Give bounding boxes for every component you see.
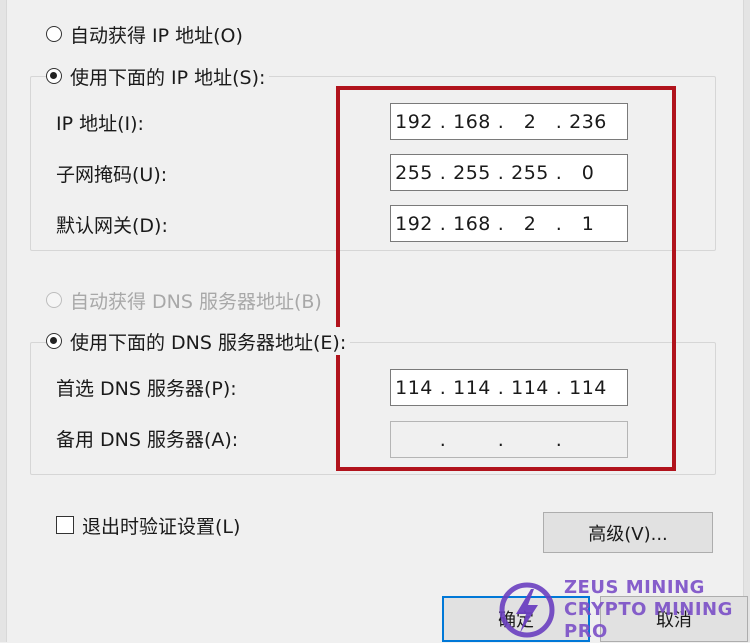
gateway-segment-4: 1 (581, 212, 595, 235)
ip-dot: . (555, 161, 563, 184)
ok-button[interactable]: 确定 (442, 596, 590, 642)
ip-dot: . (555, 212, 563, 235)
default-gateway-label: 默认网关(D): (56, 215, 168, 237)
subnet-mask-input[interactable]: 255. 255. 255. 0 (390, 154, 628, 191)
ip-dot: . (439, 110, 447, 133)
manual-dns-radio-circle[interactable] (46, 333, 62, 349)
window-left-edge (0, 0, 7, 642)
mask-segment-1: 255 (395, 161, 433, 184)
manual-dns-radio-label: 使用下面的 DNS 服务器地址(E): (70, 331, 347, 354)
ip-address-label: IP 地址(I): (56, 113, 144, 135)
mask-segment-4: 0 (581, 161, 595, 184)
ip-dot: . (497, 110, 505, 133)
gateway-segment-1: 192 (395, 212, 433, 235)
ip-address-input[interactable]: 192. 168. 2. 236 (390, 103, 628, 140)
dns1-segment-4: 114 (569, 376, 607, 399)
auto-ip-radio-label: 自动获得 IP 地址(O) (70, 24, 243, 47)
preferred-dns-input[interactable]: 114. 114. 114. 114 (390, 369, 628, 406)
ip-dot: . (555, 428, 563, 451)
manual-ip-radio-circle[interactable] (46, 68, 62, 84)
window-right-edge (743, 0, 750, 642)
ip-dot: . (497, 428, 505, 451)
ip-dot: . (497, 212, 505, 235)
ip-segment-2: 168 (453, 110, 491, 133)
validate-checkbox-box[interactable] (56, 516, 74, 534)
ip-dot: . (555, 110, 563, 133)
manual-ip-radio[interactable]: 使用下面的 IP 地址(S): (46, 62, 270, 90)
preferred-dns-label: 首选 DNS 服务器(P): (56, 378, 237, 400)
dns1-segment-3: 114 (511, 376, 549, 399)
ip-segment-3: 2 (523, 110, 537, 133)
alternate-dns-input[interactable]: . . . (390, 421, 628, 458)
auto-ip-radio-circle[interactable] (46, 26, 62, 42)
ip-segment-4: 236 (569, 110, 607, 133)
advanced-button[interactable]: 高级(V)... (543, 512, 713, 553)
ip-dot: . (497, 161, 505, 184)
mask-segment-3: 255 (511, 161, 549, 184)
auto-dns-radio-label: 自动获得 DNS 服务器地址(B) (70, 290, 322, 313)
validate-checkbox-label: 退出时验证设置(L) (82, 515, 241, 538)
manual-dns-radio[interactable]: 使用下面的 DNS 服务器地址(E): (46, 327, 351, 355)
ip-dot: . (555, 376, 563, 399)
gateway-segment-2: 168 (453, 212, 491, 235)
ip-dot: . (439, 376, 447, 399)
mask-segment-2: 255 (453, 161, 491, 184)
auto-ip-radio[interactable]: 自动获得 IP 地址(O) (46, 20, 243, 48)
default-gateway-input[interactable]: 192. 168. 2. 1 (390, 205, 628, 242)
cancel-button[interactable]: 取消 (600, 596, 748, 642)
ip-dot: . (439, 428, 447, 451)
ip-segment-1: 192 (395, 110, 433, 133)
manual-ip-radio-label: 使用下面的 IP 地址(S): (70, 66, 266, 89)
ip-dot: . (497, 376, 505, 399)
auto-dns-radio-circle[interactable] (46, 292, 62, 308)
dns1-segment-1: 114 (395, 376, 433, 399)
ip-dot: . (439, 161, 447, 184)
ip-dot: . (439, 212, 447, 235)
validate-on-exit-checkbox[interactable]: 退出时验证设置(L) (56, 511, 240, 539)
subnet-mask-label: 子网掩码(U): (56, 164, 168, 186)
alternate-dns-label: 备用 DNS 服务器(A): (56, 429, 239, 451)
auto-dns-radio[interactable]: 自动获得 DNS 服务器地址(B) (46, 286, 322, 314)
gateway-segment-3: 2 (523, 212, 537, 235)
dns1-segment-2: 114 (453, 376, 491, 399)
